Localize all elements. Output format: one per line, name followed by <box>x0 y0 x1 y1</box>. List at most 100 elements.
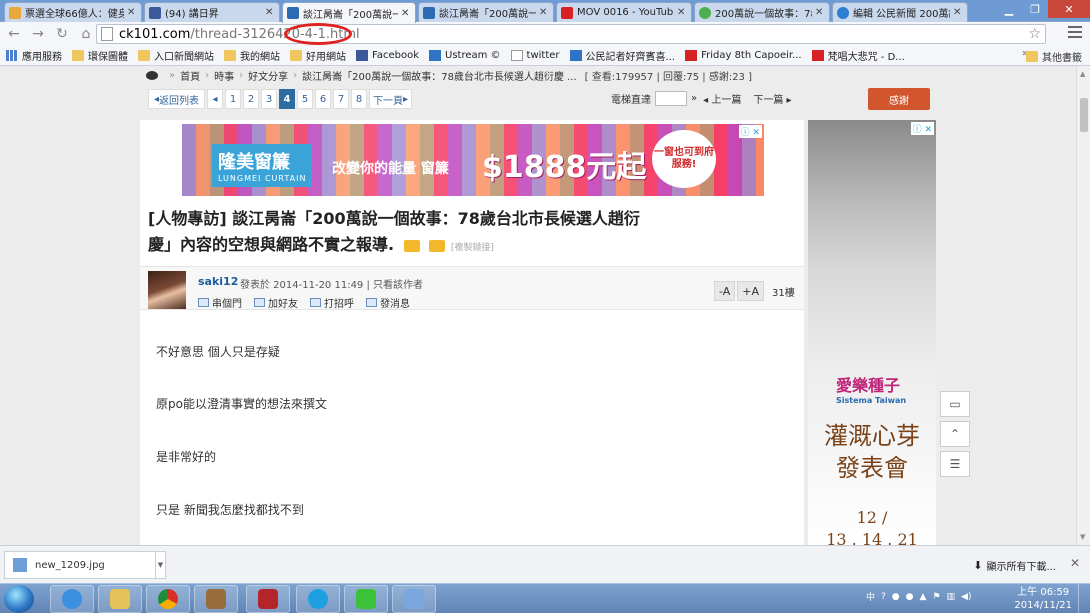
page-link[interactable]: 7 <box>333 89 350 109</box>
add-friend-button[interactable]: 加好友 <box>254 295 298 310</box>
tray-app-icon[interactable]: ● <box>892 592 900 602</box>
browser-tab[interactable]: 200萬說一個故事：78 ✕ <box>694 2 830 22</box>
download-item[interactable]: new_1209.jpg ▼ <box>4 551 166 579</box>
tray-app-icon[interactable]: ● <box>906 592 914 602</box>
back-to-top-icon[interactable]: ⌃ <box>940 421 970 447</box>
maximize-icon[interactable]: ❐ <box>1022 0 1048 18</box>
browser-menu-icon[interactable] <box>1068 26 1082 40</box>
floor-input[interactable] <box>655 91 687 106</box>
breadcrumb-link[interactable]: 好文分享 <box>248 68 288 83</box>
page-link[interactable]: 8 <box>351 89 368 109</box>
avatar[interactable] <box>148 271 186 309</box>
url-text[interactable]: ck101.com/thread-3126420-4-1.html <box>119 27 360 42</box>
go-arrow-icon[interactable]: » <box>691 93 697 104</box>
chevron-down-icon[interactable]: ▼ <box>155 552 165 578</box>
list-icon[interactable]: ☰ <box>940 451 970 477</box>
browser-tab[interactable]: (94) 講日昇 ✕ <box>144 2 280 22</box>
bookmark-facebook[interactable]: Facebook <box>356 50 419 61</box>
browser-tab[interactable]: 談江昺崙「200萬說一 ✕ <box>418 2 554 22</box>
close-tab-icon[interactable]: ✕ <box>677 7 687 18</box>
breadcrumb-current[interactable]: 談江昺崙「200萬說一個故事：78歲台北市長候選人趙衍慶 ... <box>302 68 577 83</box>
bookmark-folder[interactable]: 入口新聞網站 <box>138 48 214 63</box>
network-icon[interactable]: ▥ <box>947 592 956 602</box>
start-button[interactable] <box>4 585 34 613</box>
greet-button[interactable]: 打招呼 <box>310 295 354 310</box>
paint-taskbar-button[interactable] <box>392 585 436 613</box>
next-thread-link[interactable]: 下一篇 ▸ <box>753 91 791 106</box>
page-link[interactable]: 2 <box>243 89 260 109</box>
next-page-button[interactable]: 下一頁 ▸ <box>369 89 413 109</box>
minimize-icon[interactable]: ▁ <box>996 0 1022 18</box>
show-hidden-icons-icon[interactable]: ▲ <box>920 592 927 602</box>
explorer-taskbar-button[interactable] <box>98 585 142 613</box>
bookmark-folder[interactable]: 環保圖體 <box>72 48 128 63</box>
window-close-icon[interactable]: ✕ <box>1048 0 1090 18</box>
forward-arrow-icon[interactable]: → <box>28 24 48 44</box>
show-desktop-button[interactable] <box>1078 584 1090 614</box>
close-tab-icon[interactable]: ✕ <box>401 8 411 19</box>
floor-number[interactable]: 31樓 <box>772 284 795 299</box>
author-name[interactable]: saki12 <box>198 275 238 288</box>
font-smaller-button[interactable]: -A <box>714 281 736 301</box>
page-link[interactable]: 3 <box>261 89 278 109</box>
page-link[interactable]: 6 <box>315 89 332 109</box>
message-button[interactable]: 發消息 <box>366 295 410 310</box>
bookmark-ustream[interactable]: 公民記者好齊賓喜... <box>569 48 675 63</box>
flag-icon[interactable]: ⚑ <box>932 592 940 602</box>
home-icon[interactable]: ⌂ <box>76 24 96 44</box>
app-taskbar-button[interactable] <box>194 585 238 613</box>
side-ad[interactable]: ⓘ ✕ 愛樂種子 Sistema Taiwan 灌溉心芽 發表會 12 / 13 .… <box>808 120 936 545</box>
ad-close-icon[interactable]: ⓘ ✕ <box>910 122 934 135</box>
close-icon[interactable]: ✕ <box>1070 556 1080 570</box>
breadcrumb-link[interactable]: 時事 <box>214 68 234 83</box>
skype-taskbar-button[interactable] <box>296 585 340 613</box>
breadcrumb-link[interactable]: 首頁 <box>180 68 200 83</box>
page-link[interactable]: 5 <box>297 89 314 109</box>
browser-tab[interactable]: 票選全球66億人：健身 ✕ <box>4 2 142 22</box>
bookmark-twitter[interactable]: twitter <box>510 50 560 61</box>
prev-page-icon[interactable]: ◂ <box>207 89 224 109</box>
browser-tab[interactable]: MOV 0016 - YouTub ✕ <box>556 2 692 22</box>
thanks-button[interactable]: 感謝 <box>868 88 930 110</box>
prev-thread-link[interactable]: ◂ 上一篇 <box>703 91 741 106</box>
copy-link[interactable]: [複製鏈接] <box>451 243 494 253</box>
ie-taskbar-button[interactable] <box>50 585 94 613</box>
show-all-downloads-link[interactable]: ⬇ 顯示所有下載... <box>973 558 1056 573</box>
chrome-taskbar-button[interactable] <box>146 585 190 613</box>
reload-icon[interactable]: ↻ <box>52 24 72 44</box>
page-link[interactable]: 1 <box>225 89 242 109</box>
page-scrollbar[interactable]: ▲ ▼ <box>1076 66 1090 545</box>
address-bar[interactable]: ck101.com/thread-3126420-4-1.html ☆ <box>96 24 1046 44</box>
scroll-thumb[interactable] <box>1080 98 1088 132</box>
system-clock[interactable]: 上午 06:59 2014/11/21 <box>1014 586 1072 612</box>
visit-button[interactable]: 串個門 <box>198 295 242 310</box>
close-tab-icon[interactable]: ✕ <box>539 7 549 18</box>
bookmark-folder[interactable]: 好用網站 <box>290 48 346 63</box>
banner-ad[interactable]: 隆美窗簾 LUNGMEI CURTAIN 改變你的能量 窗簾 $1888元起 一窗… <box>182 124 764 196</box>
bookmark-youtube[interactable]: Friday 8th Capoeir... <box>685 50 802 61</box>
input-language[interactable]: 中 <box>866 590 875 603</box>
page-link-current[interactable]: 4 <box>279 89 296 109</box>
bookmark-folder[interactable]: 我的網站 <box>224 48 280 63</box>
close-tab-icon[interactable]: ✕ <box>953 7 963 18</box>
scroll-down-icon[interactable]: ▼ <box>1080 533 1085 541</box>
scroll-up-icon[interactable]: ▲ <box>1080 70 1085 78</box>
bookmark-other[interactable]: 其他書籤 <box>1026 49 1082 64</box>
bookmark-star-icon[interactable]: ☆ <box>1028 26 1041 42</box>
close-tab-icon[interactable]: ✕ <box>265 7 275 18</box>
back-to-list-button[interactable]: ◂ 返回列表 <box>148 89 206 109</box>
volume-icon[interactable]: ◀) <box>961 592 971 602</box>
help-icon[interactable]: ? <box>881 592 886 602</box>
font-larger-button[interactable]: +A <box>737 281 765 301</box>
close-tab-icon[interactable]: ✕ <box>127 7 137 18</box>
browser-tab[interactable]: 編輯 公民新聞 200萬說 ✕ <box>832 2 968 22</box>
bookmark-ustream[interactable]: Ustream © <box>429 50 501 61</box>
browser-tab-active[interactable]: 談江昺崙「200萬說一 ✕ <box>282 2 416 23</box>
comment-icon[interactable]: ▭ <box>940 391 970 417</box>
back-arrow-icon[interactable]: ← <box>4 24 24 44</box>
line-taskbar-button[interactable] <box>344 585 388 613</box>
app-taskbar-button[interactable] <box>246 585 290 613</box>
ad-close-icon[interactable]: ⓘ ✕ <box>738 125 762 138</box>
bookmark-apps[interactable]: 應用服務 <box>6 48 62 63</box>
close-tab-icon[interactable]: ✕ <box>815 7 825 18</box>
